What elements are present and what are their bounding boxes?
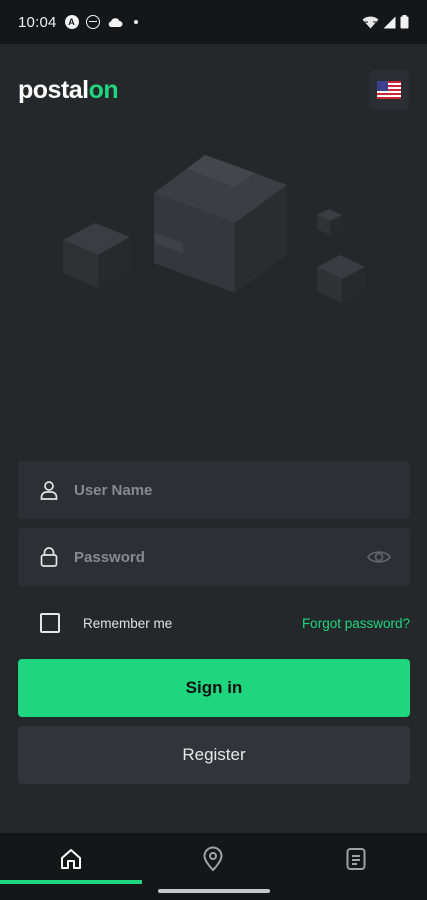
- logo-accent-text: on: [88, 75, 119, 104]
- cloud-icon: [108, 17, 123, 27]
- nav-home[interactable]: [0, 833, 143, 884]
- language-selector-button[interactable]: [369, 70, 409, 110]
- boxes-illustration: [63, 155, 365, 303]
- status-icons-right: [362, 15, 409, 29]
- document-icon: [346, 847, 366, 870]
- nav-documents[interactable]: [285, 833, 427, 884]
- remember-me-label[interactable]: Remember me: [83, 616, 172, 631]
- register-button[interactable]: Register: [18, 726, 410, 784]
- small-box-left: [63, 223, 130, 288]
- status-bar: 10:04 A: [0, 0, 427, 44]
- gesture-handle[interactable]: [158, 889, 270, 893]
- do-not-disturb-icon: [85, 15, 100, 29]
- home-icon: [61, 848, 82, 869]
- wifi-icon: [362, 15, 379, 28]
- username-input[interactable]: [74, 481, 392, 499]
- large-box: [154, 155, 287, 293]
- a-circle-icon: A: [64, 15, 79, 29]
- app-header: postalon: [18, 70, 409, 110]
- status-time: 10:04: [18, 13, 57, 31]
- user-icon: [38, 479, 60, 501]
- login-screen: 10:04 A postalon User Name Remember me F…: [0, 0, 427, 900]
- sign-in-button[interactable]: Sign in: [18, 659, 410, 717]
- location-pin-icon: [203, 846, 223, 871]
- remember-me-checkbox[interactable]: [40, 613, 60, 633]
- remember-row: Remember me Forgot password?: [40, 606, 410, 640]
- medium-box-right: [317, 255, 365, 303]
- logo-main-text: postal: [18, 75, 89, 104]
- username-field[interactable]: [18, 461, 410, 519]
- status-icons-left: A: [64, 15, 138, 29]
- nav-location[interactable]: [142, 833, 284, 884]
- postalon-logo: postalon: [18, 75, 119, 105]
- password-field[interactable]: [18, 528, 410, 586]
- notification-dot: [133, 20, 138, 24]
- forgot-password-link[interactable]: Forgot password?: [302, 616, 410, 631]
- show-password-eye-icon[interactable]: [366, 546, 392, 568]
- us-flag-icon: [377, 81, 401, 99]
- battery-icon: [400, 15, 409, 29]
- tiny-box-right: [317, 209, 342, 235]
- gesture-bar-area: [0, 884, 427, 900]
- lock-icon: [38, 546, 60, 568]
- bottom-navigation: [0, 833, 427, 884]
- signal-icon: [383, 16, 396, 28]
- password-input[interactable]: [74, 548, 366, 566]
